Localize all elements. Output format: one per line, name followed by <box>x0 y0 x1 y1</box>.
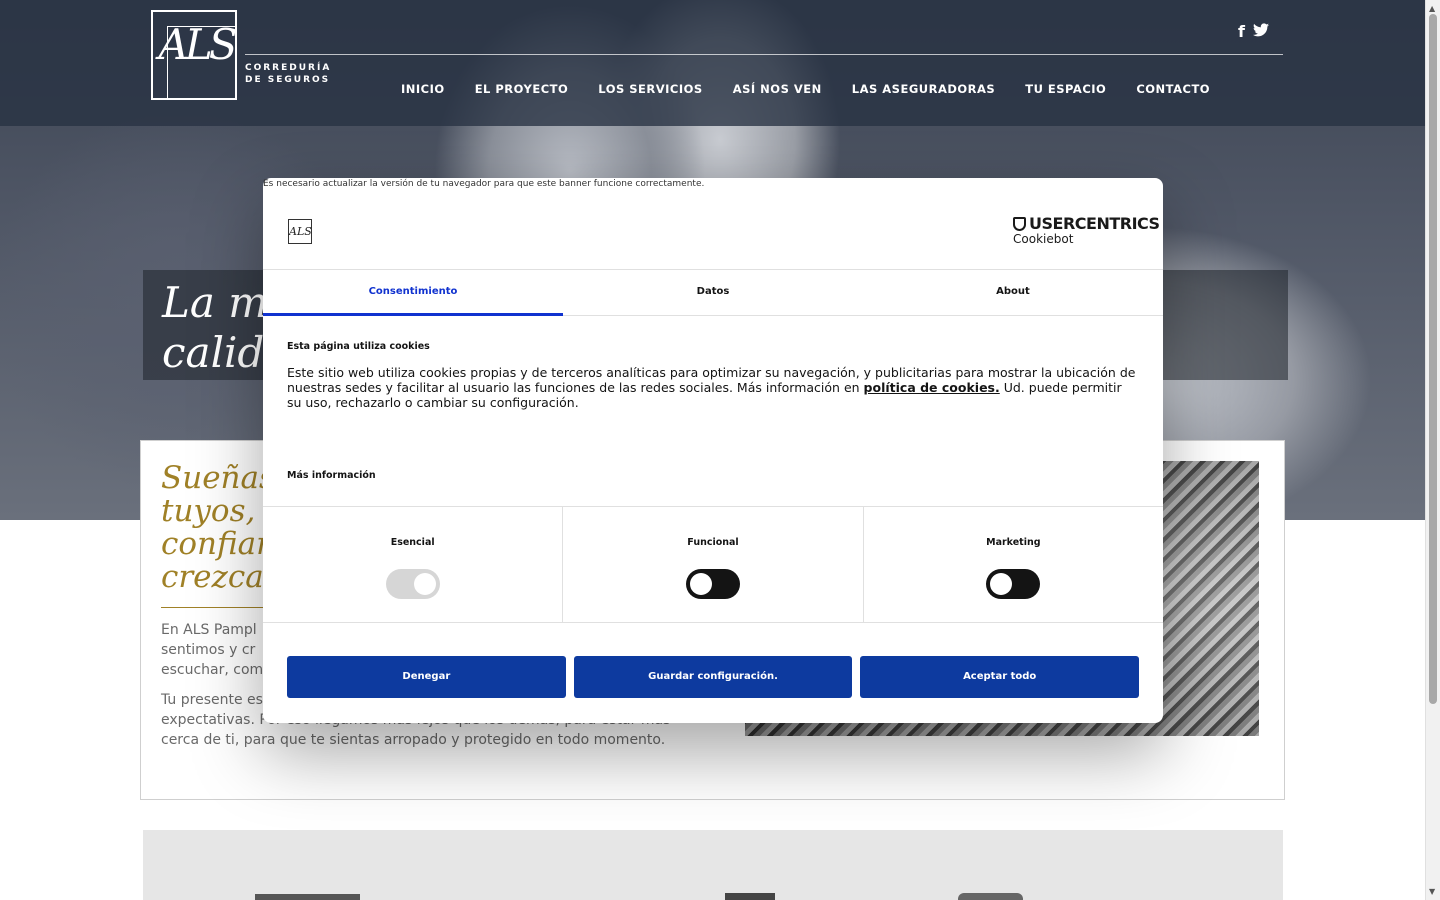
scrollbar-thumb[interactable] <box>1429 14 1437 704</box>
provider-name: USERCENTRICS <box>1029 214 1160 233</box>
page-scrollbar[interactable]: ▲ ▼ <box>1425 0 1440 900</box>
shield-icon <box>1013 216 1026 231</box>
funcional-toggle[interactable] <box>685 569 740 599</box>
category-esencial: Esencial <box>263 507 564 622</box>
usercentrics-logo[interactable]: USERCENTRICS Cookiebot <box>1013 214 1160 246</box>
more-info-link[interactable]: Más información <box>287 470 376 481</box>
esencial-toggle <box>385 569 440 599</box>
category-label: Funcional <box>687 537 739 548</box>
cookie-dialog-header: ALS USERCENTRICS Cookiebot <box>263 178 1163 270</box>
category-label: Marketing <box>986 537 1041 548</box>
marketing-toggle[interactable] <box>986 569 1041 599</box>
cookie-dialog: ALS USERCENTRICS Cookiebot Consentimient… <box>263 178 1163 723</box>
tab-consentimiento[interactable]: Consentimiento <box>263 270 563 316</box>
browser-warning: Es necesario actualizar la versión de tu… <box>263 179 705 189</box>
category-marketing: Marketing <box>864 507 1163 622</box>
category-label: Esencial <box>390 537 435 548</box>
cookie-body-text: Este sitio web utiliza cookies propias y… <box>287 365 1137 410</box>
tab-about[interactable]: About <box>863 270 1163 315</box>
cookie-policy-link[interactable]: política de cookies. <box>864 380 1000 395</box>
cookie-buttons: Denegar Guardar configuración. Aceptar t… <box>287 656 1140 698</box>
save-settings-button[interactable]: Guardar configuración. <box>573 656 853 698</box>
cookie-tabs: Consentimiento Datos About <box>263 270 1163 316</box>
cookie-body-title: Esta página utiliza cookies <box>287 341 430 352</box>
accept-all-button[interactable]: Aceptar todo <box>860 656 1140 698</box>
category-funcional: Funcional <box>563 507 864 622</box>
provider-product: Cookiebot <box>1013 232 1074 246</box>
tab-datos[interactable]: Datos <box>563 270 863 315</box>
cookie-categories: Esencial Funcional Marketing <box>263 506 1163 623</box>
scroll-up-arrow-icon[interactable]: ▲ <box>1429 4 1435 13</box>
dialog-site-logo: ALS <box>288 219 312 244</box>
scroll-down-arrow-icon[interactable]: ▼ <box>1429 887 1435 896</box>
deny-button[interactable]: Denegar <box>287 656 566 698</box>
